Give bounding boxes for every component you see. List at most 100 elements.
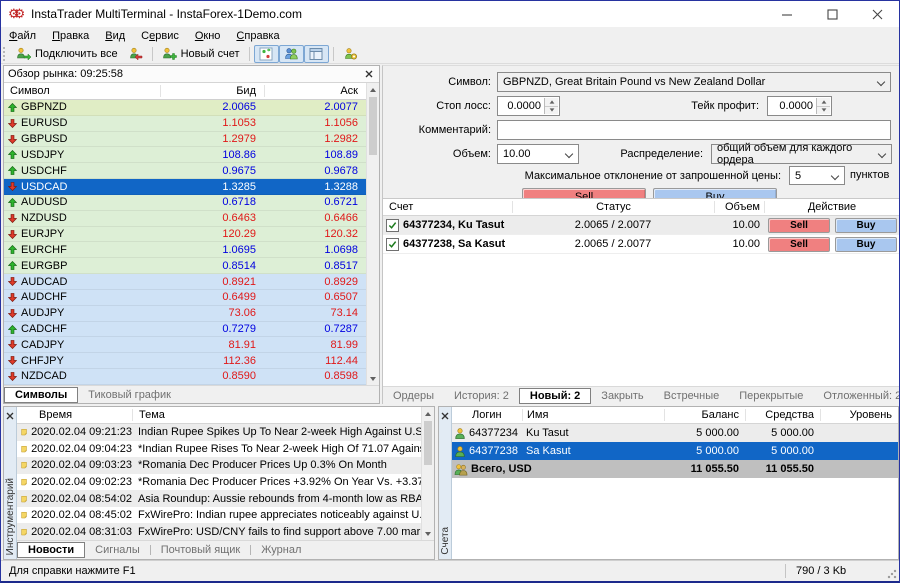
scroll-down-icon[interactable] (367, 372, 379, 385)
scroll-up-icon[interactable] (422, 407, 434, 420)
row-buy-button[interactable]: Buy (835, 218, 897, 233)
toolbox-close-icon[interactable] (6, 409, 14, 423)
account-checkbox[interactable] (386, 238, 399, 251)
market-watch-row[interactable]: USDCAD1.32851.3288 (4, 179, 366, 195)
market-watch-row[interactable]: AUDUSD0.67180.6721 (4, 195, 366, 211)
market-watch-row[interactable]: NZDCAD0.85900.8598 (4, 369, 366, 385)
order-tab-5[interactable]: Встречные (654, 389, 730, 403)
column-bid[interactable]: Бид (160, 85, 264, 97)
news-row[interactable]: 2020.02.04 09:03:23*Romania Dec Producer… (17, 457, 421, 474)
take-profit-input[interactable]: 0.0000 (767, 96, 832, 116)
market-watch-row[interactable]: GBPUSD1.29791.2982 (4, 132, 366, 148)
news-scrollbar[interactable] (421, 407, 434, 540)
order-account-row[interactable]: 64377234, Ku Tasut2.0065 / 2.007710.00Se… (383, 216, 899, 235)
menu-item-6[interactable]: Справка (228, 29, 287, 43)
market-watch-row[interactable]: EURGBP0.85140.8517 (4, 258, 366, 274)
symbol-select[interactable]: GBPNZD, Great Britain Pound vs New Zeala… (497, 72, 891, 92)
market-watch-row[interactable]: CADJPY81.9181.99 (4, 337, 366, 353)
accounts-toggle-button[interactable] (279, 45, 304, 63)
market-watch-row[interactable]: CHFJPY112.36112.44 (4, 353, 366, 369)
account-summary-row[interactable]: 64377234Ku Tasut5 000.005 000.00 (452, 424, 898, 442)
market-watch-row[interactable]: EURUSD1.10531.1056 (4, 116, 366, 132)
market-watch-row[interactable]: AUDCHF0.64990.6507 (4, 290, 366, 306)
market-watch-scrollbar[interactable] (366, 83, 379, 385)
spinner-down-icon[interactable] (549, 109, 554, 112)
account-checkbox[interactable] (386, 219, 399, 232)
menu-item-3[interactable]: Вид (97, 29, 133, 43)
scroll-thumb[interactable] (369, 97, 377, 155)
market-watch-row[interactable]: AUDJPY73.0673.14 (4, 306, 366, 322)
order-tab-6[interactable]: Перекрытые (729, 389, 813, 403)
column-status[interactable]: Статус (512, 201, 714, 213)
column-action[interactable]: Действие (764, 201, 899, 213)
order-tab-2[interactable]: История: 2 (444, 389, 519, 403)
market-watch-row[interactable]: GBPNZD2.00652.0077 (4, 100, 366, 116)
resize-grip[interactable] (887, 569, 897, 579)
order-account-row[interactable]: 64377238, Sa Kasut2.0065 / 2.007710.00Se… (383, 235, 899, 254)
column-login[interactable]: Логин (452, 409, 522, 421)
market-watch-row[interactable]: EURJPY120.29120.32 (4, 227, 366, 243)
market-watch-column-header[interactable]: Символ Бид Аск (4, 83, 366, 100)
scroll-down-icon[interactable] (422, 527, 434, 540)
news-row[interactable]: 2020.02.04 08:45:02FxWirePro: Indian rup… (17, 507, 421, 524)
column-name[interactable]: Имя (522, 409, 664, 421)
toolbox-tab-3[interactable]: Почтовый ящик (151, 543, 250, 557)
market-watch-row[interactable]: CADCHF0.72790.7287 (4, 322, 366, 338)
stop-loss-input[interactable]: 0.0000 (497, 96, 560, 116)
spinner-up-icon[interactable] (549, 100, 554, 103)
news-row[interactable]: 2020.02.04 08:31:03FxWirePro: USD/CNY fa… (17, 523, 421, 540)
disconnect-all-button[interactable] (123, 45, 148, 63)
column-ask[interactable]: Аск (264, 85, 366, 97)
row-sell-button[interactable]: Sell (768, 218, 830, 233)
news-column-header[interactable]: Время Тема (17, 407, 421, 424)
market-watch-row[interactable]: USDJPY108.86108.89 (4, 147, 366, 163)
column-account[interactable]: Счет (383, 201, 512, 213)
layout-toggle-button[interactable] (304, 45, 329, 63)
market-watch-row[interactable]: USDCHF0.96750.9678 (4, 163, 366, 179)
spinner-down-icon[interactable] (821, 109, 826, 112)
row-sell-button[interactable]: Sell (768, 237, 830, 252)
market-watch-toggle-button[interactable] (254, 45, 279, 63)
column-level[interactable]: Уровень (820, 409, 898, 421)
column-equity[interactable]: Средства (745, 409, 820, 421)
close-button[interactable] (854, 1, 899, 27)
scroll-up-icon[interactable] (367, 83, 379, 96)
stop-loss-spinner[interactable] (544, 98, 558, 114)
market-watch-row[interactable]: EURCHF1.06951.0698 (4, 242, 366, 258)
row-buy-button[interactable]: Buy (835, 237, 897, 252)
market-watch-row[interactable]: NZDUSD0.64630.6466 (4, 211, 366, 227)
column-balance[interactable]: Баланс (664, 409, 745, 421)
toolbox-tab-2[interactable]: Сигналы (85, 543, 150, 557)
order-tab-7[interactable]: Отложенный: 2 (813, 389, 899, 403)
spinner-up-icon[interactable] (821, 100, 826, 103)
news-row[interactable]: 2020.02.04 09:04:23*Indian Rupee Rises T… (17, 441, 421, 458)
column-time[interactable]: Время (17, 409, 132, 421)
toolbox-tab-4[interactable]: Журнал (251, 543, 311, 557)
toolbar-grip[interactable] (3, 47, 7, 61)
accounts-column-header[interactable]: Логин Имя Баланс Средства Уровень (452, 407, 898, 424)
toolbox-tab-1[interactable]: Новости (17, 542, 85, 558)
menu-item-2[interactable]: Правка (44, 29, 97, 43)
maximize-button[interactable] (809, 1, 854, 27)
order-accounts-header[interactable]: Счет Статус Объем Действие (383, 199, 899, 216)
order-tab-3[interactable]: Новый: 2 (519, 388, 591, 404)
column-volume[interactable]: Объем (714, 201, 764, 213)
take-profit-spinner[interactable] (816, 98, 830, 114)
news-row[interactable]: 2020.02.04 09:21:23Indian Rupee Spikes U… (17, 424, 421, 441)
account-summary-row[interactable]: 64377238Sa Kasut5 000.005 000.00 (452, 442, 898, 460)
order-tab-1[interactable]: Ордеры (383, 389, 444, 403)
menu-item-4[interactable]: Сервис (133, 29, 187, 43)
distribution-select[interactable]: общий объем для каждого ордера (711, 144, 892, 164)
deviation-select[interactable]: 5 (789, 166, 845, 185)
news-row[interactable]: 2020.02.04 08:54:02Asia Roundup: Aussie … (17, 490, 421, 507)
minimize-button[interactable] (764, 1, 809, 27)
accounts-close-icon[interactable] (441, 409, 449, 423)
market-watch-row[interactable]: AUDCAD0.89210.8929 (4, 274, 366, 290)
scroll-thumb[interactable] (424, 421, 432, 465)
column-symbol[interactable]: Символ (4, 85, 160, 97)
comment-input[interactable] (497, 120, 891, 140)
expert-settings-button[interactable] (338, 45, 363, 63)
connect-all-button[interactable]: Подключить все (11, 45, 123, 63)
market-watch-close-icon[interactable] (363, 68, 375, 80)
tab-2[interactable]: Тиковый график (78, 388, 181, 402)
